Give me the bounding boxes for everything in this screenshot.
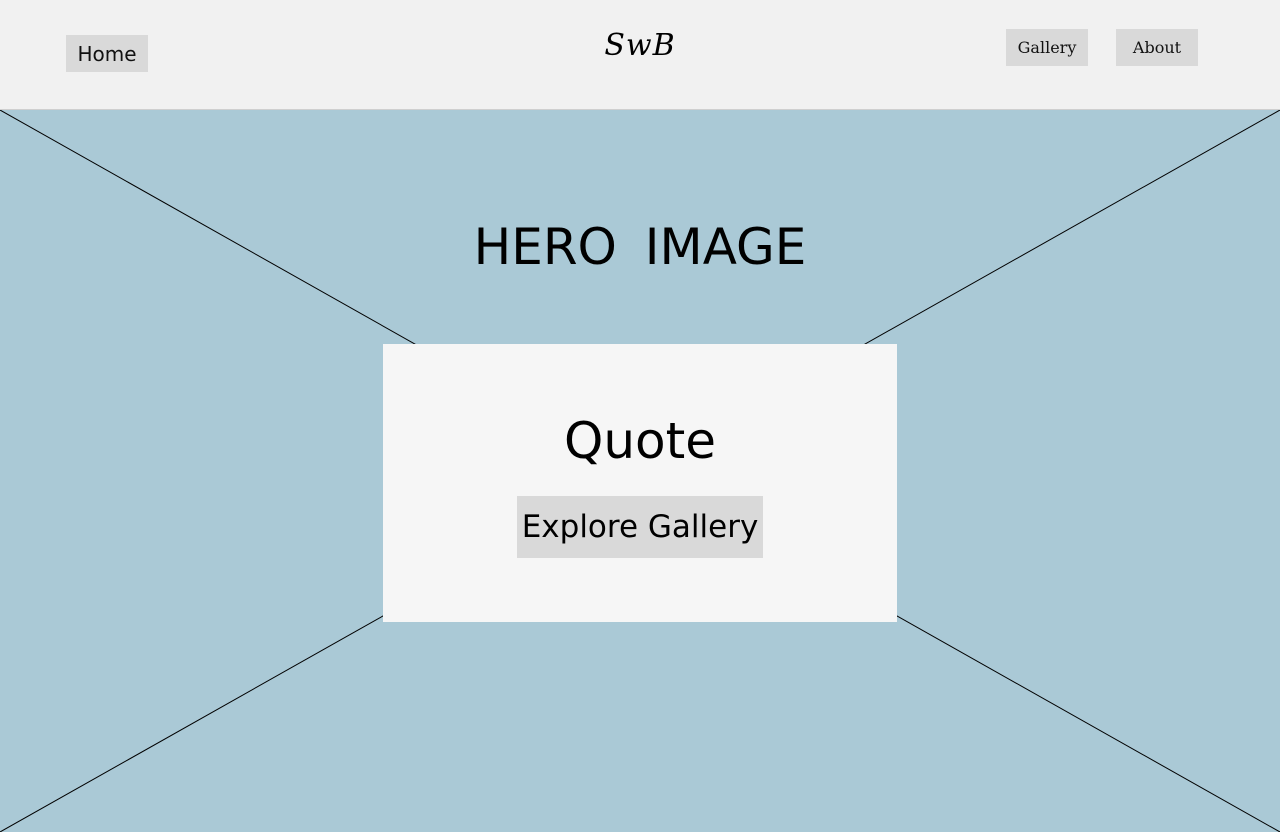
about-nav-button[interactable]: About (1116, 29, 1198, 66)
home-nav-button[interactable]: Home (66, 35, 148, 72)
hero-title: HERO IMAGE (473, 218, 807, 276)
explore-gallery-button[interactable]: Explore Gallery (517, 496, 763, 558)
site-logo[interactable]: SwB (580, 28, 700, 63)
gallery-nav-button[interactable]: Gallery (1006, 29, 1088, 66)
quote-text: Quote (563, 412, 716, 470)
site-header: Home SwB Gallery About (0, 0, 1280, 110)
page: Home SwB Gallery About HERO IMAGE Quote … (0, 0, 1280, 832)
hero-image-placeholder: HERO IMAGE Quote Explore Gallery (0, 110, 1280, 832)
quote-card: Quote Explore Gallery (383, 344, 897, 622)
